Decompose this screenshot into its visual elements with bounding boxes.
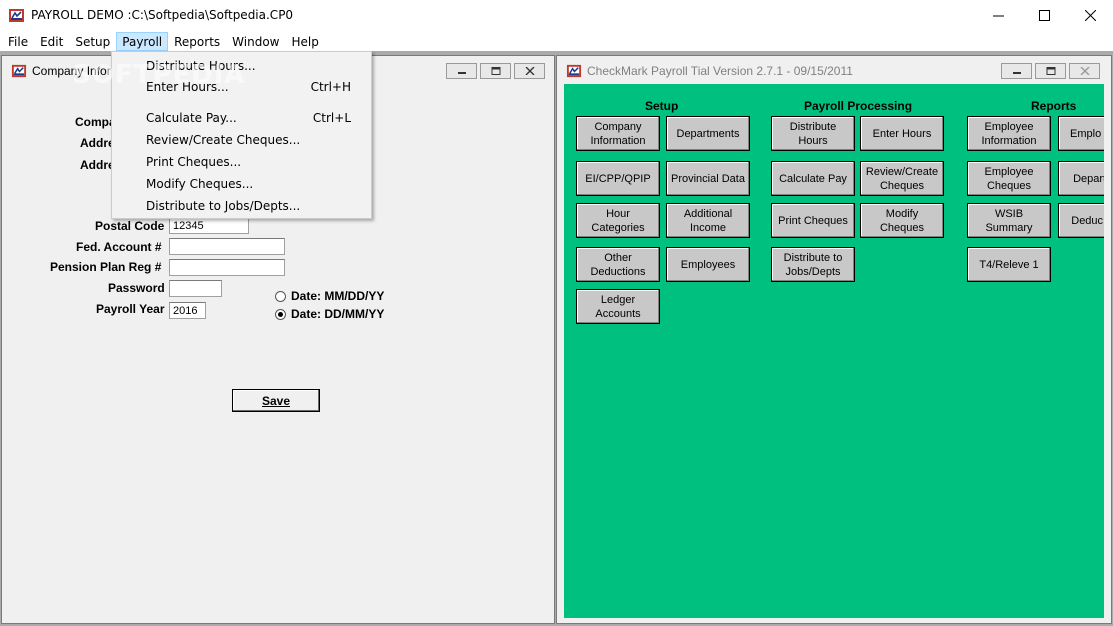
setup-section-title: Setup xyxy=(645,99,679,113)
distribute-hours-button[interactable]: Distribute Hours xyxy=(771,116,855,151)
postal-code-label: Postal Code xyxy=(95,219,165,233)
t4-releve-button[interactable]: T4/Releve 1 xyxy=(967,247,1051,282)
company-window-maximize-button[interactable] xyxy=(480,63,511,79)
provincial-data-button[interactable]: Provincial Data xyxy=(666,161,750,196)
app-title: PAYROLL DEMO :C:\Softpedia\Softpedia.CP0 xyxy=(31,8,294,22)
minimize-icon xyxy=(457,72,466,74)
company-name-label: Compa xyxy=(75,115,116,129)
departments-button[interactable]: Departments xyxy=(666,116,750,151)
menu-item-label: Review/Create Cheques... xyxy=(146,133,301,147)
save-button[interactable]: Save xyxy=(232,389,320,412)
checkmark-window-minimize-button[interactable] xyxy=(1001,63,1032,79)
modify-cheques-button[interactable]: Modify Cheques xyxy=(860,203,944,238)
print-cheques-button[interactable]: Print Cheques xyxy=(771,203,855,238)
company-window-minimize-button[interactable] xyxy=(446,63,477,79)
menu-item-label: Print Cheques... xyxy=(146,155,242,169)
deduction-register-button[interactable]: Deduc Regi xyxy=(1058,203,1104,238)
menu-window[interactable]: Window xyxy=(226,32,285,51)
menu-item-review-create-cheques[interactable]: Review/Create Cheques... xyxy=(112,130,371,150)
ei-cpp-qpip-button[interactable]: EI/CPP/QPIP xyxy=(576,161,660,196)
menu-item-shortcut: Ctrl+L xyxy=(312,111,351,125)
employees-button[interactable]: Employees xyxy=(666,247,750,282)
employee-earnings-button[interactable]: Emplo Earni xyxy=(1058,116,1104,151)
softpedia-watermark: SOFTPEDIA xyxy=(72,60,246,90)
payroll-processing-section-title: Payroll Processing xyxy=(804,99,913,113)
checkmark-window-maximize-button[interactable] xyxy=(1035,63,1066,79)
review-create-cheques-button[interactable]: Review/Create Cheques xyxy=(860,161,944,196)
date-format-ddmmyy-label: Date: DD/MM/YY xyxy=(291,307,385,321)
radio-unchecked-icon xyxy=(275,290,286,302)
maximize-button[interactable] xyxy=(1021,0,1067,31)
close-icon xyxy=(1084,10,1096,21)
additional-income-button[interactable]: Additional Income xyxy=(666,203,750,238)
maximize-icon xyxy=(1038,10,1050,21)
close-button[interactable] xyxy=(1067,0,1113,31)
fed-account-label: Fed. Account # xyxy=(76,240,162,254)
postal-code-input[interactable] xyxy=(169,217,249,234)
fed-account-input[interactable] xyxy=(169,238,285,255)
enter-hours-button[interactable]: Enter Hours xyxy=(860,116,944,151)
menu-help[interactable]: Help xyxy=(285,32,324,51)
address-line2-label: Addre xyxy=(80,158,115,172)
wsib-summary-button[interactable]: WSIB Summary xyxy=(967,203,1051,238)
menu-edit[interactable]: Edit xyxy=(34,32,69,51)
menu-item-shortcut: Ctrl+H xyxy=(310,80,351,94)
employee-information-button[interactable]: Employee Information xyxy=(967,116,1051,151)
checkmark-window-titlebar: CheckMark Payroll Tial Version 2.7.1 - 0… xyxy=(557,56,1111,84)
employee-cheques-button[interactable]: Employee Cheques xyxy=(967,161,1051,196)
pension-plan-label: Pension Plan Reg # xyxy=(50,260,162,274)
date-format-mmddyy-radio[interactable]: Date: MM/DD/YY xyxy=(275,289,384,303)
date-format-ddmmyy-radio[interactable]: Date: DD/MM/YY xyxy=(275,307,384,321)
menu-item-print-cheques[interactable]: Print Cheques... xyxy=(112,152,371,172)
payroll-year-input[interactable] xyxy=(169,302,206,319)
address-line1-label: Addre xyxy=(80,136,115,150)
close-icon xyxy=(1080,67,1089,75)
maximize-icon xyxy=(491,67,500,75)
password-input[interactable] xyxy=(169,280,222,297)
menu-reports[interactable]: Reports xyxy=(168,32,226,51)
radio-checked-icon xyxy=(275,308,286,320)
menu-item-label: Calculate Pay... xyxy=(146,111,237,125)
pension-plan-input[interactable] xyxy=(169,259,285,276)
menu-item-label: Modify Cheques... xyxy=(146,177,254,191)
minimize-button[interactable] xyxy=(975,0,1021,31)
company-window-close-button[interactable] xyxy=(514,63,545,79)
checkmark-payroll-window: CheckMark Payroll Tial Version 2.7.1 - 0… xyxy=(556,55,1112,624)
other-deductions-button[interactable]: Other Deductions xyxy=(576,247,660,282)
checkmark-window-close-button[interactable] xyxy=(1069,63,1100,79)
navigation-panel: Setup Payroll Processing Reports Company… xyxy=(564,84,1104,618)
reports-section-title: Reports xyxy=(1031,99,1077,113)
menu-setup[interactable]: Setup xyxy=(69,32,116,51)
checkmark-window-icon xyxy=(566,64,582,78)
minimize-icon xyxy=(992,15,1004,17)
menu-item-distribute-jobs-depts[interactable]: Distribute to Jobs/Depts... xyxy=(112,196,371,216)
payroll-year-label: Payroll Year xyxy=(96,302,165,316)
calculate-pay-button[interactable]: Calculate Pay xyxy=(771,161,855,196)
menu-item-modify-cheques[interactable]: Modify Cheques... xyxy=(112,174,371,194)
date-format-mmddyy-label: Date: MM/DD/YY xyxy=(291,289,385,303)
app-titlebar: PAYROLL DEMO :C:\Softpedia\Softpedia.CP0 xyxy=(0,0,1113,31)
menu-item-label: Distribute to Jobs/Depts... xyxy=(146,199,301,213)
company-window-icon xyxy=(11,64,27,78)
company-information-button[interactable]: Company Information xyxy=(576,116,660,151)
menu-file[interactable]: File xyxy=(2,32,34,51)
department-jobs-button[interactable]: Depart Job xyxy=(1058,161,1104,196)
password-label: Password xyxy=(108,281,165,295)
minimize-icon xyxy=(1012,72,1021,74)
maximize-icon xyxy=(1046,67,1055,75)
menu-payroll[interactable]: Payroll xyxy=(116,31,169,51)
menu-item-calculate-pay[interactable]: Calculate Pay... Ctrl+L xyxy=(112,108,371,128)
distribute-jobs-depts-button[interactable]: Distribute to Jobs/Depts xyxy=(771,247,855,282)
app-icon xyxy=(8,7,25,24)
close-icon xyxy=(525,67,534,75)
menubar: File Edit Setup Payroll Reports Window H… xyxy=(0,31,1113,51)
ledger-accounts-button[interactable]: Ledger Accounts xyxy=(576,289,660,324)
checkmark-window-title: CheckMark Payroll Tial Version 2.7.1 - 0… xyxy=(587,64,853,78)
hour-categories-button[interactable]: Hour Categories xyxy=(576,203,660,238)
